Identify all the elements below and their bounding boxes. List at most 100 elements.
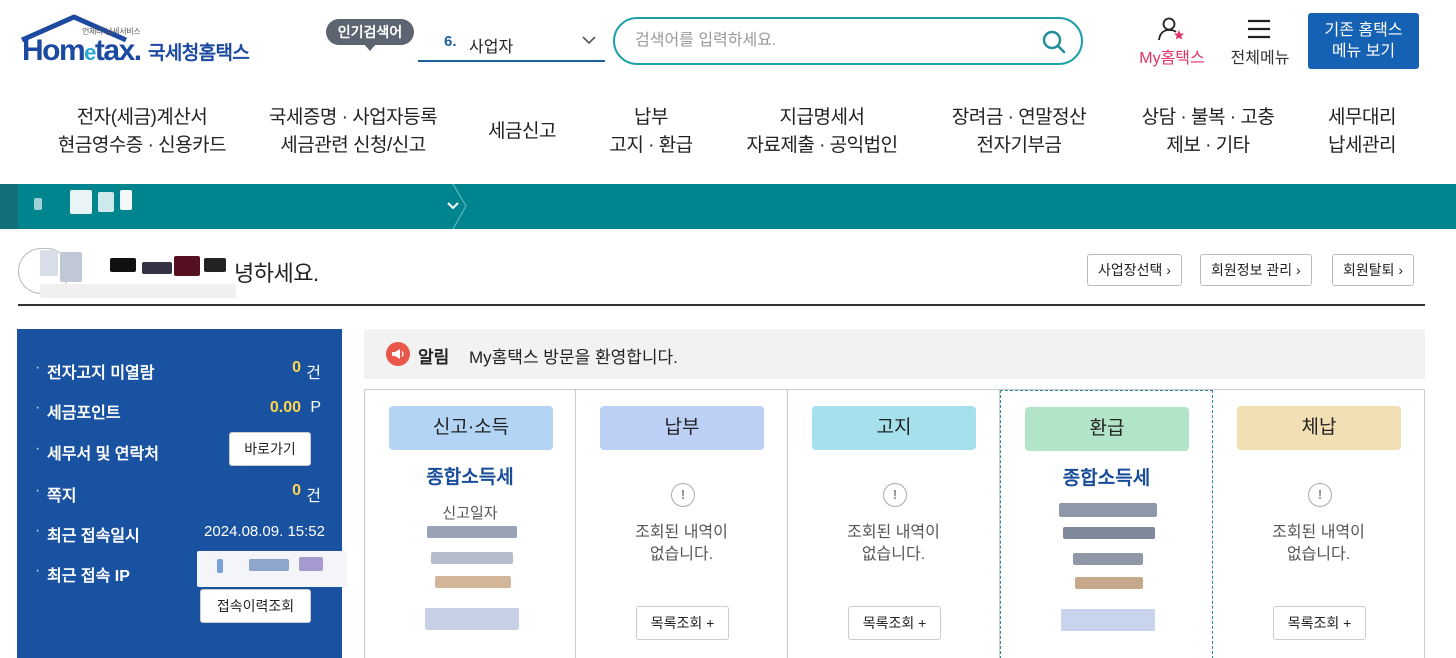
empty-message: 조회된 내역이 없습니다.: [1213, 522, 1424, 566]
chip-arrears[interactable]: 체납: [1237, 406, 1401, 450]
megaphone-icon: [386, 342, 410, 366]
empty-line: 없습니다.: [1286, 546, 1351, 563]
empty-line: 조회된 내역이: [847, 524, 940, 541]
chevron-down-icon: [582, 36, 596, 45]
welcome-bar: 녕하세요. 사업장선택 › 회원정보 관리 › 회원탈퇴 ›: [18, 244, 1425, 306]
summary-label: 세무서 및 연락처: [47, 446, 159, 463]
bullet: ·: [35, 399, 41, 416]
summary-row-tax-point[interactable]: · 세금포인트 0.00 P: [35, 399, 325, 423]
gnb-label: 세무대리: [1328, 107, 1396, 128]
redacted-button: [1061, 609, 1155, 631]
my-hometax-label: My홈택스: [1139, 50, 1205, 67]
hometax-logo[interactable]: 언제나 납세서비스 Hometax. 국세청홈택스: [18, 14, 258, 72]
summary-label: 세금포인트: [47, 405, 121, 422]
search-icon[interactable]: [1041, 29, 1067, 55]
gnb-item-statement[interactable]: 지급명세서 자료제출 · 공익법인: [732, 104, 912, 160]
gnb-sublabel: 자료제출 · 공익법인: [746, 135, 898, 156]
redacted-name: [204, 258, 226, 272]
gnb-item-tax-agent[interactable]: 세무대리 납세관리: [1316, 104, 1408, 160]
redacted-name: [40, 250, 58, 276]
gnb-sublabel: 제보 · 기타: [1166, 135, 1250, 156]
popular-rank: 6.: [444, 33, 457, 50]
location-dropdown[interactable]: [18, 184, 459, 229]
gnb-label: 국세증명 · 사업자등록: [268, 107, 438, 128]
info-icon: !: [883, 483, 907, 507]
gnb-item-consulting[interactable]: 상담 · 불복 · 고충 제보 · 기타: [1128, 104, 1288, 160]
gnb-item-certificate[interactable]: 국세증명 · 사업자등록 세금관련 신청/신고: [258, 104, 448, 160]
breadcrumb-separator-icon: [452, 184, 467, 229]
redacted-text: [120, 190, 132, 210]
empty-line: 없습니다.: [861, 546, 926, 563]
summary-label: 전자고지 미열람: [47, 365, 155, 382]
popular-keyword-badge: 인기검색어: [326, 19, 414, 51]
user-star-icon: [1158, 17, 1184, 41]
card-title[interactable]: 종합소득세: [1001, 463, 1212, 490]
bullet: ·: [35, 440, 41, 457]
summary-value: 0.00: [269, 399, 301, 416]
gnb-label: 상담 · 불복 · 고충: [1141, 107, 1275, 128]
redacted-name: [174, 256, 200, 276]
list-view-button[interactable]: 목록조회 +: [848, 606, 941, 640]
bullet: ·: [35, 482, 41, 499]
summary-label: 최근 접속 IP: [47, 568, 130, 585]
gnb-sublabel: 고지 · 환급: [609, 135, 693, 156]
my-hometax-button[interactable]: My홈택스: [1133, 16, 1211, 68]
all-menu-button[interactable]: 전체메뉴: [1224, 16, 1296, 68]
gnb-item-payment[interactable]: 납부 고지 · 환급: [596, 104, 706, 160]
summary-cards: 신고·소득 종합소득세 신고일자 납부 ! 조회된 내역이 없습니다. 목록조회…: [364, 389, 1425, 658]
gnb-item-e-invoice[interactable]: 전자(세금)계산서 현금영수증 · 신용카드: [52, 104, 232, 154]
old-hometax-menu-button[interactable]: 기존 홈택스 메뉴 보기: [1308, 13, 1419, 69]
go-tax-office-button[interactable]: 바로가기: [229, 432, 311, 466]
list-view-button[interactable]: 목록조회 +: [636, 606, 729, 640]
empty-message: 조회된 내역이 없습니다.: [788, 522, 999, 566]
redacted-name: [110, 258, 136, 272]
chip-refund[interactable]: 환급: [1025, 407, 1189, 451]
redacted-text: [70, 190, 92, 214]
login-history-button[interactable]: 접속이력조회: [200, 589, 311, 623]
empty-message: 조회된 내역이 없습니다.: [576, 522, 787, 566]
summary-row-e-notice[interactable]: · 전자고지 미열람 0 건: [35, 359, 325, 383]
redacted-value: [1059, 503, 1157, 517]
bullet: ·: [35, 359, 41, 376]
summary-row-messages[interactable]: · 쪽지 0 건: [35, 482, 325, 506]
redacted-text: [34, 198, 42, 210]
summary-label: 쪽지: [47, 488, 77, 505]
redacted-text: [98, 192, 114, 212]
card-title[interactable]: 종합소득세: [365, 462, 575, 489]
bullet: ·: [35, 562, 41, 579]
member-info-button[interactable]: 회원정보 관리 ›: [1200, 254, 1312, 286]
list-view-button[interactable]: 목록조회 +: [1273, 606, 1366, 640]
gnb-item-tax-report[interactable]: 세금신고: [470, 118, 574, 146]
location-bar: [0, 184, 1456, 229]
gnb-item-incentive[interactable]: 장려금 · 연말정산 전자기부금: [940, 104, 1098, 160]
redacted-name: [142, 262, 172, 274]
user-summary-panel: · 전자고지 미열람 0 건 · 세금포인트 0.00 P · 세무서 및 연락…: [17, 329, 347, 658]
empty-line: 없습니다.: [649, 546, 714, 563]
gnb-sublabel: 전자기부금: [976, 135, 1062, 156]
global-nav: 전자(세금)계산서 현금영수증 · 신용카드 국세증명 · 사업자등록 세금관련…: [0, 94, 1456, 174]
search-input[interactable]: [635, 29, 1035, 53]
notice-bar: 알림 My홈택스 방문을 환영합니다.: [364, 329, 1425, 379]
redacted-value: [427, 526, 517, 538]
bullet: ·: [35, 522, 41, 539]
summary-value: 0: [292, 482, 301, 499]
chip-report-income[interactable]: 신고·소득: [389, 406, 553, 450]
search-box: [613, 17, 1083, 65]
info-icon: !: [1308, 483, 1332, 507]
last-login-date: 2024.08.09. 15:52: [204, 523, 325, 540]
chip-notice[interactable]: 고지: [812, 406, 976, 450]
chip-payment[interactable]: 납부: [600, 406, 764, 450]
gnb-label: 납부: [634, 107, 668, 128]
select-workplace-button[interactable]: 사업장선택 ›: [1087, 254, 1182, 286]
gnb-label: 세금신고: [488, 121, 556, 142]
withdraw-button[interactable]: 회원탈퇴 ›: [1332, 254, 1415, 286]
gnb-sublabel: 납세관리: [1328, 135, 1396, 156]
redacted-name: [60, 252, 82, 282]
greeting-text: 녕하세요.: [234, 261, 319, 286]
popular-keyword-select[interactable]: 6. 사업자: [418, 22, 605, 62]
empty-line: 조회된 내역이: [635, 524, 728, 541]
location-home[interactable]: [0, 184, 18, 229]
logo-brand: Hometax.: [22, 34, 142, 67]
gnb-sublabel: 현금영수증 · 신용카드: [57, 135, 227, 154]
redacted-value: [1073, 553, 1143, 565]
